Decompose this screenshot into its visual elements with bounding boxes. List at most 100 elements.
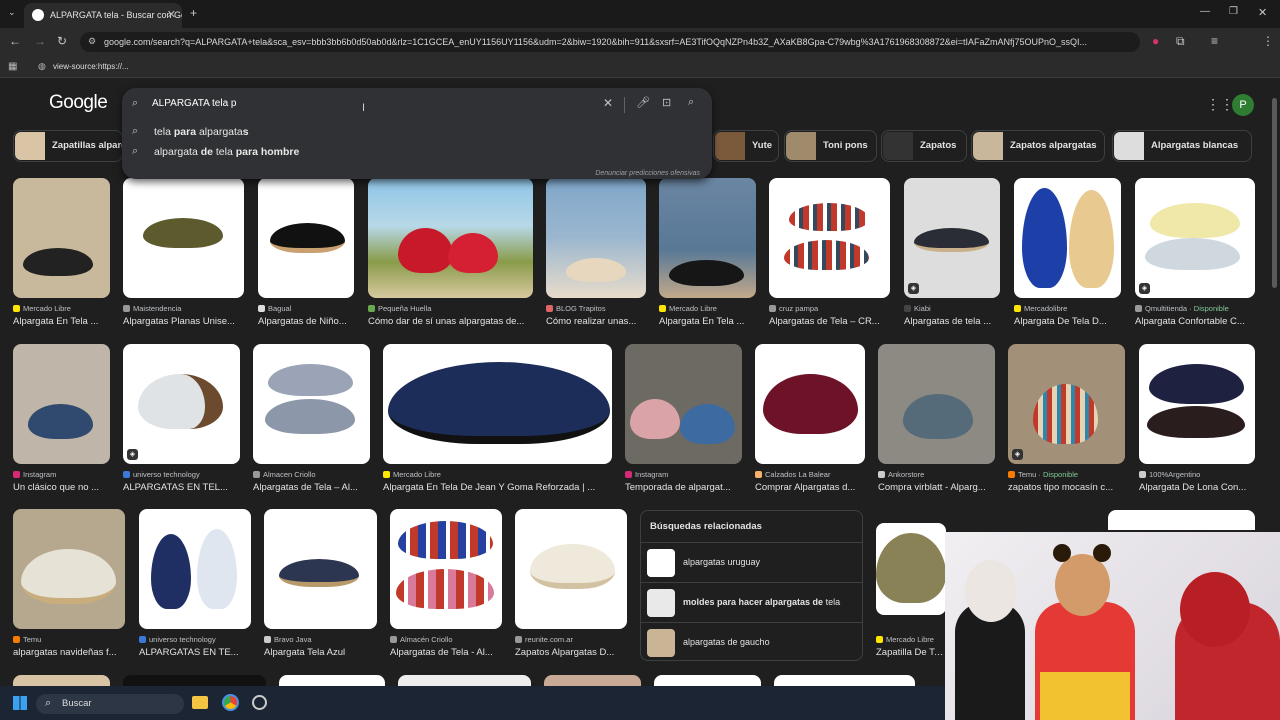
- result-source[interactable]: Mercadolibre: [1014, 304, 1121, 313]
- forward-icon[interactable]: →: [34, 34, 46, 48]
- related-search-item[interactable]: alpargatas de gaucho: [641, 622, 862, 662]
- result-image[interactable]: [123, 675, 266, 686]
- result-image[interactable]: [654, 675, 761, 686]
- result-source[interactable]: Almacen Criollo: [253, 470, 370, 479]
- chrome-icon[interactable]: [222, 694, 239, 711]
- result-title[interactable]: Alpargatas de Tela – Al...: [253, 482, 370, 493]
- result-source[interactable]: Kiabi: [904, 304, 1000, 313]
- filter-chip[interactable]: Toni pons: [784, 130, 877, 162]
- search-input[interactable]: ALPARGATA tela p: [152, 98, 236, 109]
- result-title[interactable]: Alpargata De Lona Con...: [1139, 482, 1255, 493]
- close-window-icon[interactable]: ✕: [1258, 6, 1267, 19]
- result-image[interactable]: ◈: [1135, 178, 1255, 298]
- apps-grid-icon[interactable]: ▦: [8, 61, 17, 72]
- scrollbar[interactable]: [1272, 98, 1277, 288]
- search-submit-icon[interactable]: ⌕: [688, 96, 694, 109]
- result-source[interactable]: Temu: [13, 635, 125, 644]
- result-image[interactable]: [625, 344, 742, 464]
- result-source[interactable]: universo technology: [139, 635, 251, 644]
- result-title[interactable]: Alpargata Confortable C...: [1135, 316, 1255, 327]
- filter-chip[interactable]: Zapatos alpargatas: [971, 130, 1105, 162]
- result-image[interactable]: [13, 675, 110, 686]
- result-source[interactable]: Pequeña Huella: [368, 304, 533, 313]
- filter-chip[interactable]: Yute: [713, 130, 779, 162]
- result-source[interactable]: Bagual: [258, 304, 354, 313]
- result-source[interactable]: Instagram: [625, 470, 742, 479]
- filter-chip[interactable]: Zapatillas alpargatas: [13, 130, 123, 162]
- result-image[interactable]: [544, 675, 641, 686]
- result-image[interactable]: [13, 509, 125, 629]
- report-predictions-link[interactable]: Denunciar predicciones ofensivas: [595, 170, 700, 177]
- address-bar[interactable]: ⚙ google.com/search?q=ALPARGATA+tela&sca…: [80, 32, 1140, 52]
- result-source[interactable]: Mercado Libre: [383, 470, 612, 479]
- result-title[interactable]: Alpargata En Tela ...: [659, 316, 756, 327]
- result-source[interactable]: 100%Argentino: [1139, 470, 1255, 479]
- result-image[interactable]: ◈: [123, 344, 240, 464]
- taskbar-search[interactable]: ⌕ Buscar: [36, 694, 184, 714]
- filter-chip[interactable]: Zapatos: [881, 130, 967, 162]
- result-source[interactable]: Calzados La Balear: [755, 470, 865, 479]
- result-title[interactable]: Alpargatas de tela ...: [904, 316, 1000, 327]
- result-source[interactable]: Qmultitienda · Disponible: [1135, 304, 1255, 313]
- voice-search-icon[interactable]: 🎤︎: [636, 96, 650, 109]
- result-source[interactable]: universo technology: [123, 470, 240, 479]
- tab-active[interactable]: ALPARGATA tela - Buscar con Google ✕: [24, 3, 182, 28]
- extension-icon[interactable]: ●: [1152, 34, 1159, 48]
- google-logo[interactable]: Google: [49, 92, 108, 114]
- tab-list-icon[interactable]: ⌄: [8, 7, 16, 18]
- result-title[interactable]: Alpargata En Tela De Jean Y Goma Reforza…: [383, 482, 612, 493]
- result-image[interactable]: [139, 509, 251, 629]
- result-image[interactable]: [383, 344, 612, 464]
- result-image[interactable]: [1014, 178, 1121, 298]
- result-image[interactable]: [755, 344, 865, 464]
- minimize-icon[interactable]: —: [1200, 6, 1210, 17]
- back-icon[interactable]: ←: [9, 34, 21, 48]
- result-image[interactable]: [546, 178, 646, 298]
- result-title[interactable]: Cómo dar de sí unas alpargatas de...: [368, 316, 533, 327]
- result-title[interactable]: Alpargata En Tela ...: [13, 316, 110, 327]
- result-image[interactable]: [878, 344, 995, 464]
- result-image[interactable]: [774, 675, 915, 686]
- result-title[interactable]: Alpargatas de Tela - Al...: [390, 647, 502, 658]
- result-image[interactable]: [876, 523, 946, 615]
- result-source[interactable]: Mercado Libre: [876, 635, 946, 644]
- lens-icon[interactable]: ⊡: [662, 96, 671, 109]
- result-source[interactable]: Temu · Disponible: [1008, 470, 1125, 479]
- result-source[interactable]: Mercado Libre: [659, 304, 756, 313]
- result-title[interactable]: ALPARGATAS EN TEL...: [123, 482, 240, 493]
- result-image[interactable]: ◈: [1008, 344, 1125, 464]
- result-title[interactable]: alpargatas navideñas f...: [13, 647, 125, 658]
- result-image[interactable]: [769, 178, 890, 298]
- related-search-item[interactable]: alpargatas uruguay: [641, 542, 862, 582]
- result-title[interactable]: Alpargata Tela Azul: [264, 647, 377, 658]
- media-icon[interactable]: ≡: [1211, 34, 1218, 48]
- suggestion-item[interactable]: tela para alpargatas: [154, 126, 249, 138]
- result-image[interactable]: [368, 178, 533, 298]
- result-title[interactable]: Zapatilla De Te...: [876, 647, 946, 658]
- account-avatar[interactable]: P: [1232, 94, 1254, 116]
- result-source[interactable]: Mercado Libre: [13, 304, 110, 313]
- result-image[interactable]: [1108, 510, 1255, 530]
- maximize-icon[interactable]: ❐: [1229, 6, 1238, 17]
- result-title[interactable]: Temporada de alpargat...: [625, 482, 742, 493]
- result-source[interactable]: Almacén Criollo: [390, 635, 502, 644]
- result-image[interactable]: [515, 509, 627, 629]
- result-title[interactable]: Alpargatas de Tela – CR...: [769, 316, 890, 327]
- result-source[interactable]: reunite.com.ar: [515, 635, 627, 644]
- suggestion-item[interactable]: alpargata de tela para hombre: [154, 146, 299, 158]
- result-title[interactable]: Cómo realizar unas...: [546, 316, 646, 327]
- result-image[interactable]: [1139, 344, 1255, 464]
- result-title[interactable]: Un clásico que no ...: [13, 482, 110, 493]
- result-title[interactable]: Alpargatas de Niño...: [258, 316, 354, 327]
- result-image[interactable]: [258, 178, 354, 298]
- app-icon[interactable]: [252, 695, 267, 710]
- result-image[interactable]: [264, 509, 377, 629]
- result-title[interactable]: Alpargata De Tela D...: [1014, 316, 1121, 327]
- result-image[interactable]: [279, 675, 385, 686]
- result-source[interactable]: Maistendencia: [123, 304, 244, 313]
- result-title[interactable]: Alpargatas Planas Unise...: [123, 316, 244, 327]
- result-source[interactable]: Instagram: [13, 470, 110, 479]
- result-title[interactable]: Compra virblatt - Alparg...: [878, 482, 995, 493]
- result-image[interactable]: [390, 509, 502, 629]
- result-image[interactable]: [253, 344, 370, 464]
